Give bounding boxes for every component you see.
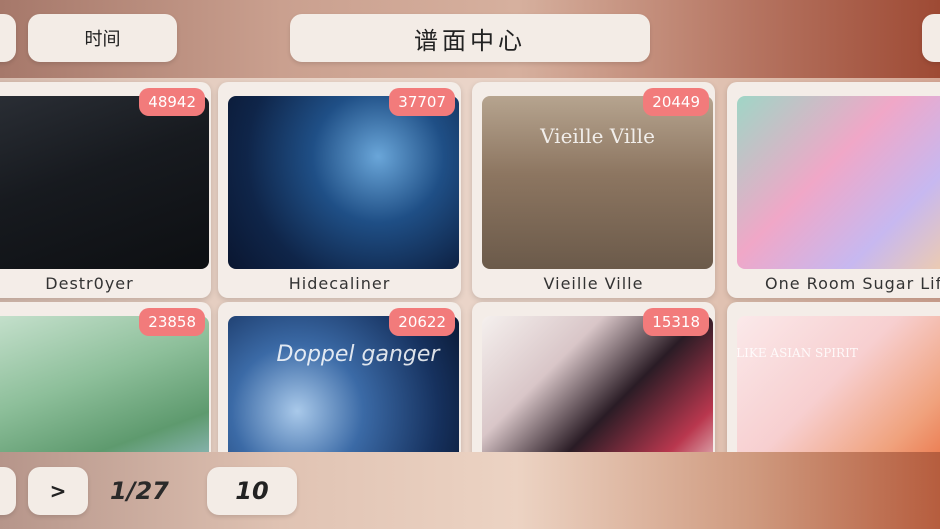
page-title: 谱面中心 (290, 14, 650, 62)
chart-card-hidecaliner[interactable]: Hidecaliner 37707 (218, 82, 461, 298)
chart-card-doppelganger[interactable]: Doppel ganger 20622 (218, 302, 461, 452)
cover-title-text: Vieille Ville (540, 124, 655, 148)
cover-image (0, 316, 209, 452)
cover-image: LIKE ASIAN SPIRIT (737, 316, 940, 452)
play-count-badge: 15318 (643, 308, 709, 336)
chart-card-vieille-ville[interactable]: Vieille Ville Vieille Ville 20449 (472, 82, 715, 298)
cover-image (482, 316, 713, 452)
cover-image: Vieille Ville (482, 96, 713, 269)
sort-time-button[interactable]: 时间 (28, 14, 177, 62)
play-count-badge: 37707 (389, 88, 455, 116)
previous-filter-button[interactable] (0, 14, 16, 62)
play-count-badge: 48942 (139, 88, 205, 116)
chart-name: One Room Sugar Life (765, 274, 940, 293)
chart-card-row2-1[interactable]: 23858 (0, 302, 211, 452)
play-count-badge: 23858 (139, 308, 205, 336)
chart-card-row2-4[interactable]: LIKE ASIAN SPIRIT 80 (727, 302, 940, 452)
cover-title-text: LIKE ASIAN SPIRIT (737, 346, 858, 360)
cover-image: Doppel ganger (228, 316, 459, 452)
cover-image (228, 96, 459, 269)
play-count-badge: 20449 (643, 88, 709, 116)
per-page-count-button[interactable]: 10 (207, 467, 297, 515)
chart-name: Destr0yer (45, 274, 134, 293)
chart-name: Hidecaliner (288, 274, 391, 293)
play-count-badge: 20622 (389, 308, 455, 336)
next-page-button[interactable]: > (28, 467, 88, 515)
chart-grid: Destr0yer 48942 Hidecaliner 37707 Vieill… (0, 78, 940, 452)
cover-image (0, 96, 209, 269)
previous-page-button[interactable] (0, 467, 16, 515)
chart-name: Vieille Ville (543, 274, 644, 293)
page-indicator: 1/27 (110, 477, 169, 505)
chart-card-row2-3[interactable]: 15318 (472, 302, 715, 452)
cover-image (737, 96, 940, 269)
next-filter-button[interactable] (922, 14, 940, 62)
cover-title-text: Doppel ganger (276, 342, 440, 367)
chart-card-one-room-sugar-life[interactable]: One Room Sugar Life 23 (727, 82, 940, 298)
chart-card-destr0yer[interactable]: Destr0yer 48942 (0, 82, 211, 298)
